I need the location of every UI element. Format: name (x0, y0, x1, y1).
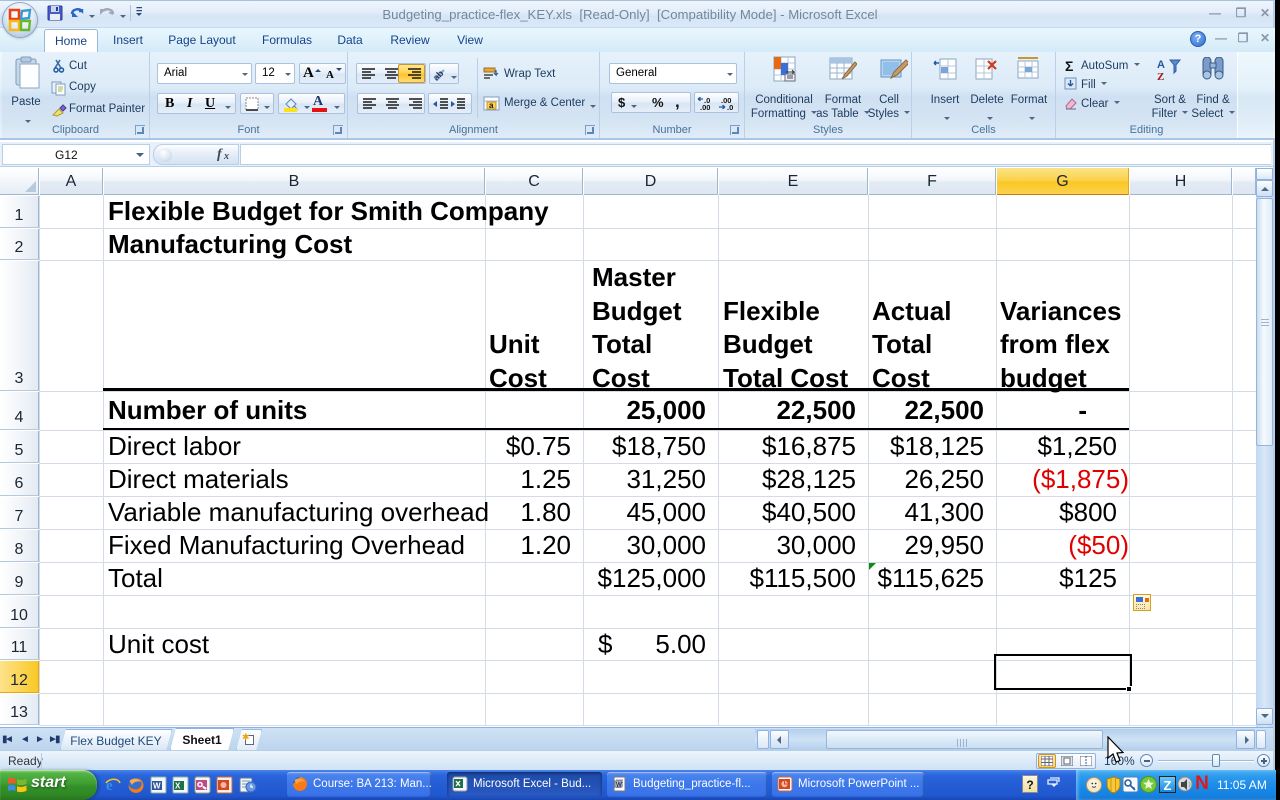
svg-text:a: a (489, 101, 494, 110)
svg-text:W: W (153, 782, 161, 791)
svg-text:W: W (616, 783, 622, 789)
svg-text:Z: Z (1157, 71, 1164, 83)
svg-text:A: A (1157, 59, 1165, 71)
svg-text:.0: .0 (727, 103, 733, 112)
svg-text:.00: .00 (700, 103, 710, 112)
svg-text:X: X (175, 782, 181, 791)
